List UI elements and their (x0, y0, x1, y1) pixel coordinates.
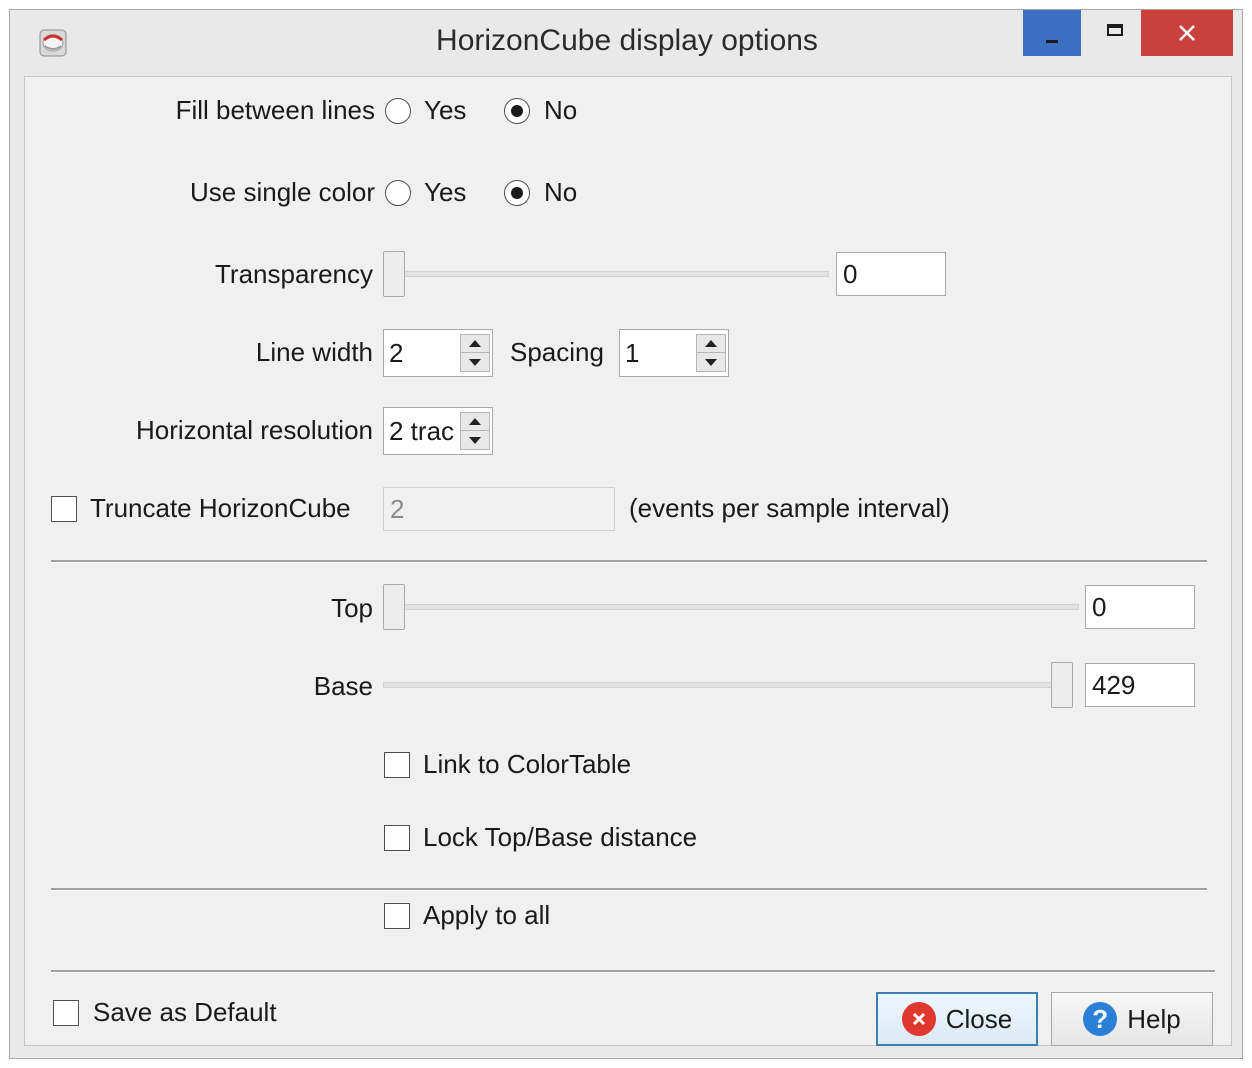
maximize-button[interactable] (1086, 10, 1144, 56)
use-single-color-no-radio[interactable] (504, 180, 530, 206)
fill-between-lines-no-label[interactable]: No (544, 95, 577, 126)
spacing-value[interactable]: 1 (625, 330, 639, 376)
close-icon (1179, 25, 1195, 41)
transparency-input[interactable]: 0 (836, 252, 946, 296)
transparency-slider-thumb[interactable] (383, 251, 405, 297)
apply-to-all-checkbox[interactable] (384, 903, 410, 929)
fill-between-lines-no-radio[interactable] (504, 98, 530, 124)
line-width-decrement[interactable] (461, 353, 489, 371)
help-button-label: Help (1127, 1003, 1181, 1034)
spacing-spin-buttons[interactable] (696, 334, 726, 372)
arrow-down-icon (705, 358, 717, 366)
arrow-down-icon (469, 436, 481, 444)
separator (51, 888, 1207, 891)
spacing-decrement[interactable] (697, 353, 725, 371)
horizontal-resolution-label: Horizontal resolution (135, 415, 373, 445)
separator (51, 970, 1215, 973)
horizontal-resolution-value[interactable]: 2 trac (389, 408, 461, 454)
horizontal-resolution-spinner[interactable]: 2 trac (383, 407, 493, 455)
top-input[interactable]: 0 (1085, 585, 1195, 629)
arrow-up-icon (469, 418, 481, 425)
close-button[interactable]: Close (876, 992, 1038, 1046)
top-slider-track[interactable] (383, 604, 1079, 610)
arrow-up-icon (469, 340, 481, 347)
arrow-up-icon (705, 340, 717, 347)
save-as-default-label[interactable]: Save as Default (93, 997, 277, 1028)
lock-top-base-checkbox[interactable] (384, 825, 410, 851)
spacing-spinner[interactable]: 1 (619, 329, 729, 377)
close-circle-icon (901, 1002, 936, 1036)
top-slider-thumb[interactable] (383, 584, 405, 630)
maximize-icon (1107, 24, 1123, 36)
use-single-color-yes-label[interactable]: Yes (424, 177, 466, 208)
transparency-label: Transparency (215, 259, 373, 289)
horizontal-resolution-spin-buttons[interactable] (460, 412, 490, 450)
base-input[interactable]: 429 (1085, 663, 1195, 707)
link-to-colortable-checkbox[interactable] (384, 752, 410, 778)
save-as-default-checkbox[interactable] (53, 1000, 79, 1026)
line-width-value[interactable]: 2 (389, 330, 403, 376)
line-width-spinner[interactable]: 2 (383, 329, 493, 377)
separator (51, 560, 1207, 563)
base-label: Base (313, 671, 373, 701)
truncate-suffix-label: (events per sample interval) (629, 493, 950, 523)
base-slider-thumb[interactable] (1051, 662, 1073, 708)
truncate-horizoncube-checkbox[interactable] (51, 496, 77, 522)
base-slider-track[interactable] (383, 682, 1073, 688)
truncate-horizoncube-label[interactable]: Truncate HorizonCube (90, 493, 351, 524)
title-bar[interactable]: HorizonCube display options (10, 10, 1242, 76)
help-question-icon: ? (1083, 1002, 1118, 1036)
dialog-window: HorizonCube display options Fill between… (9, 9, 1243, 1059)
horizontal-resolution-decrement[interactable] (461, 431, 489, 449)
lock-top-base-label[interactable]: Lock Top/Base distance (423, 822, 697, 853)
close-button-label: Close (945, 1003, 1013, 1034)
line-width-spin-buttons[interactable] (460, 334, 490, 372)
spacing-label: Spacing (510, 337, 604, 367)
horizontal-resolution-increment[interactable] (461, 413, 489, 431)
transparency-slider-track[interactable] (383, 271, 829, 277)
line-width-increment[interactable] (461, 335, 489, 353)
spacing-increment[interactable] (697, 335, 725, 353)
fill-between-lines-label: Fill between lines (175, 95, 375, 125)
fill-between-lines-yes-radio[interactable] (385, 98, 411, 124)
line-width-label: Line width (255, 337, 373, 367)
use-single-color-no-label[interactable]: No (544, 177, 577, 208)
top-label: Top (331, 593, 373, 623)
help-button[interactable]: ? Help (1051, 992, 1213, 1046)
link-to-colortable-label[interactable]: Link to ColorTable (423, 749, 631, 780)
arrow-down-icon (469, 358, 481, 366)
apply-to-all-label[interactable]: Apply to all (423, 900, 550, 931)
dialog-content: Fill between lines Yes No Use single col… (24, 76, 1232, 1046)
use-single-color-label: Use single color (190, 177, 375, 207)
window-close-button[interactable] (1141, 10, 1233, 56)
truncate-events-input: 2 (383, 487, 615, 531)
use-single-color-yes-radio[interactable] (385, 180, 411, 206)
minimize-button[interactable] (1023, 10, 1081, 56)
fill-between-lines-yes-label[interactable]: Yes (424, 95, 466, 126)
minimize-icon (1046, 39, 1058, 43)
